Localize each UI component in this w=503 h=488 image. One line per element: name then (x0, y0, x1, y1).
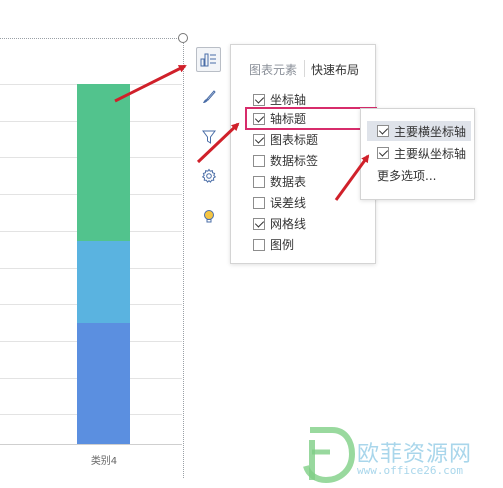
element-item-label: 坐标轴 (270, 93, 307, 107)
element-item-error-bars[interactable]: 误差线 (253, 193, 371, 212)
element-item-data-labels[interactable]: 数据标签 (253, 151, 371, 170)
element-item-label: 数据标签 (270, 154, 319, 168)
element-item-gridlines[interactable]: 网格线 (253, 214, 371, 233)
gridlines-checkbox[interactable] (253, 217, 265, 230)
chart-style-button[interactable] (196, 84, 221, 109)
element-item-chart-title[interactable]: 图表标题 (253, 130, 371, 149)
element-item-label: 图例 (270, 238, 295, 252)
submenu-item-label: 主要纵坐标轴 (394, 146, 467, 161)
panel-tabs: 图表元素 快速布局 (231, 45, 375, 85)
element-item-legend[interactable]: 图例 (253, 235, 371, 254)
chart-title-checkbox[interactable] (253, 133, 265, 146)
bar-segment[interactable] (77, 323, 130, 444)
legend-checkbox[interactable] (253, 238, 265, 251)
x-axis-line (0, 444, 182, 445)
tab-separator (304, 60, 305, 77)
chart-settings-button[interactable] (196, 163, 221, 188)
watermark-logo (303, 427, 356, 484)
axis-titles-checkbox[interactable] (253, 112, 265, 125)
element-item-axis-titles[interactable]: 轴标题 (245, 107, 377, 130)
chart-frame-border (0, 38, 183, 39)
chart-filter-button[interactable] (196, 124, 221, 149)
element-item-label: 数据表 (270, 175, 307, 189)
bar-segment[interactable] (77, 241, 130, 323)
element-item-label: 网格线 (270, 217, 307, 231)
bar-segment[interactable] (77, 84, 130, 241)
gear-icon (201, 168, 216, 183)
tab-chart-elements[interactable]: 图表元素 (249, 61, 297, 78)
more-options-link[interactable]: 更多选项... (377, 167, 436, 184)
error-bars-checkbox[interactable] (253, 196, 265, 209)
chart-tips-button[interactable] (196, 203, 221, 228)
submenu-item-label: 主要横坐标轴 (394, 124, 467, 139)
data-labels-checkbox[interactable] (253, 154, 265, 167)
brush-icon (202, 89, 216, 103)
watermark-url: www.office26.com (357, 464, 463, 477)
primary-horizontal-checkbox[interactable] (377, 125, 389, 137)
chart-elements-icon (200, 53, 216, 67)
tab-quick-layout[interactable]: 快速布局 (311, 61, 359, 78)
element-item-data-table[interactable]: 数据表 (253, 172, 371, 191)
element-item-label: 轴标题 (270, 112, 307, 126)
rotate-handle[interactable] (178, 33, 188, 43)
data-table-checkbox[interactable] (253, 175, 265, 188)
submenu-item-primary-vertical[interactable]: 主要纵坐标轴 (367, 143, 471, 163)
primary-vertical-checkbox[interactable] (377, 147, 389, 159)
axes-checkbox[interactable] (253, 93, 265, 106)
submenu-item-primary-horizontal[interactable]: 主要横坐标轴 (367, 121, 471, 141)
chart-elements-button[interactable] (196, 47, 221, 72)
category-label: 类别4 (90, 456, 118, 467)
chart-frame-border (183, 38, 184, 478)
chart-elements-panel: 图表元素 快速布局 坐标轴 轴标题 图表标题 数据标签 数据表 误差线 网格线 … (230, 44, 377, 264)
filter-icon (201, 130, 216, 144)
axis-titles-submenu: 主要横坐标轴 主要纵坐标轴 更多选项... (360, 108, 475, 200)
bulb-icon (203, 209, 214, 222)
element-item-label: 图表标题 (270, 133, 319, 147)
element-item-axes[interactable]: 坐标轴 (253, 90, 371, 109)
element-item-label: 误差线 (270, 196, 307, 210)
